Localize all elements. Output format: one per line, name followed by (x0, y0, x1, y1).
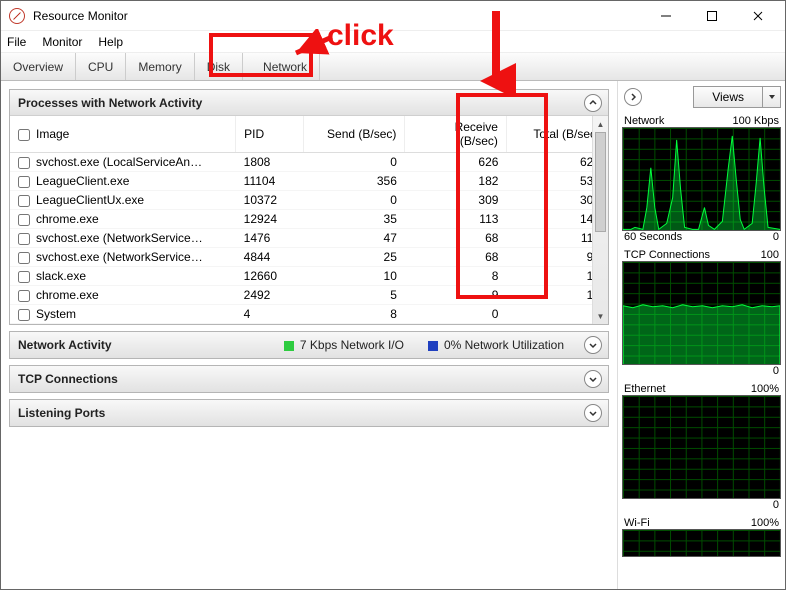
processes-table-wrap: Image PID Send (B/sec) Receive (B/sec) T… (10, 116, 608, 324)
processes-scrollbar[interactable]: ▲ ▼ (592, 116, 608, 324)
chart-max-label: 100 Kbps (733, 115, 779, 127)
expand-network-activity-button[interactable] (584, 336, 602, 354)
minimize-button[interactable] (643, 2, 689, 30)
views-dropdown-icon[interactable] (763, 86, 781, 108)
chart-footer-right: 0 (773, 231, 779, 243)
legend-util-label: 0% Network Utilization (444, 338, 564, 352)
scroll-down-icon[interactable]: ▼ (593, 308, 608, 324)
table-row[interactable]: System4808 (10, 305, 608, 324)
window-title: Resource Monitor (33, 9, 643, 23)
right-top: Views (622, 85, 781, 109)
table-row[interactable]: svchost.exe (LocalServiceAn…18080626626 (10, 153, 608, 172)
chart-max-label: 100 (761, 249, 779, 261)
window: Resource Monitor File Monitor Help Overv… (0, 0, 786, 590)
panel-network-activity-header[interactable]: Network Activity 7 Kbps Network I/O 0% N… (10, 332, 608, 358)
row-checkbox[interactable] (18, 195, 30, 207)
tabbar: Overview CPU Memory Disk Network (1, 53, 785, 81)
col-receive[interactable]: Receive (B/sec) (405, 116, 507, 153)
col-pid[interactable]: PID (236, 116, 304, 153)
row-checkbox[interactable] (18, 290, 30, 302)
chart-title-label: Network (624, 115, 664, 127)
network-activity-legend: 7 Kbps Network I/O 0% Network Utilizatio… (284, 338, 564, 352)
legend-io-swatch (284, 341, 294, 351)
expand-listening-button[interactable] (584, 404, 602, 422)
app-icon (9, 8, 25, 24)
right-pane: Views Network100 Kbps60 Seconds0TCP Conn… (617, 81, 785, 589)
titlebar: Resource Monitor (1, 1, 785, 31)
menubar: File Monitor Help (1, 31, 785, 53)
row-checkbox[interactable] (18, 271, 30, 283)
table-row[interactable]: svchost.exe (NetworkService…14764768115 (10, 229, 608, 248)
collapse-right-button[interactable] (624, 88, 642, 106)
tab-memory[interactable]: Memory (126, 53, 194, 80)
legend-io-label: 7 Kbps Network I/O (300, 338, 404, 352)
chart-canvas (622, 127, 781, 231)
row-checkbox[interactable] (18, 233, 30, 245)
chart-footer-right: 0 (773, 365, 779, 377)
table-row[interactable]: chrome.exe1292435113147 (10, 210, 608, 229)
table-row[interactable]: slack.exe1266010817 (10, 267, 608, 286)
views-button[interactable]: Views (693, 86, 763, 108)
collapse-processes-button[interactable] (584, 94, 602, 112)
chart-network: Network 100 Kbps 60 Seconds 0 (622, 115, 781, 243)
menu-monitor[interactable]: Monitor (42, 35, 82, 49)
expand-tcp-button[interactable] (584, 370, 602, 388)
panel-processes: Processes with Network Activity Image PI (9, 89, 609, 325)
table-row[interactable]: svchost.exe (NetworkService…4844256893 (10, 248, 608, 267)
chart-title-label: Wi-Fi (624, 517, 650, 529)
chart-title-label: Ethernet (624, 383, 666, 395)
panel-tcp-header[interactable]: TCP Connections (10, 366, 608, 392)
table-row[interactable]: LeagueClient.exe11104356182538 (10, 172, 608, 191)
tab-overview[interactable]: Overview (1, 53, 76, 80)
panel-listening-header[interactable]: Listening Ports (10, 400, 608, 426)
row-checkbox[interactable] (18, 176, 30, 188)
body: Processes with Network Activity Image PI (1, 81, 785, 589)
scroll-thumb[interactable] (595, 132, 606, 232)
menu-file[interactable]: File (7, 35, 26, 49)
legend-util: 0% Network Utilization (428, 338, 564, 352)
scroll-up-icon[interactable]: ▲ (593, 116, 608, 132)
chart-footer-right: 0 (773, 499, 779, 511)
row-checkbox[interactable] (18, 214, 30, 226)
legend-util-swatch (428, 341, 438, 351)
tab-network[interactable]: Network (251, 53, 320, 80)
processes-table: Image PID Send (B/sec) Receive (B/sec) T… (10, 116, 608, 324)
panel-listening-title: Listening Ports (18, 406, 105, 420)
chart-canvas (622, 261, 781, 365)
table-row[interactable]: LeagueClientUx.exe103720309309 (10, 191, 608, 210)
panel-network-activity-title: Network Activity (18, 338, 112, 352)
chart-canvas (622, 529, 781, 557)
panel-network-activity: Network Activity 7 Kbps Network I/O 0% N… (9, 331, 609, 359)
maximize-button[interactable] (689, 2, 735, 30)
chart-wi-fi: Wi-Fi 100% (622, 517, 781, 557)
tab-disk[interactable]: Disk (195, 53, 243, 80)
chart-tcp-connections: TCP Connections 100 0 (622, 249, 781, 377)
panel-tcp-title: TCP Connections (18, 372, 118, 386)
menu-help[interactable]: Help (98, 35, 123, 49)
row-checkbox[interactable] (18, 309, 30, 321)
row-checkbox[interactable] (18, 252, 30, 264)
legend-io: 7 Kbps Network I/O (284, 338, 404, 352)
col-image[interactable]: Image (10, 116, 236, 153)
processes-header-row: Image PID Send (B/sec) Receive (B/sec) T… (10, 116, 608, 153)
left-pane: Processes with Network Activity Image PI (1, 81, 617, 589)
window-buttons (643, 2, 781, 30)
col-send[interactable]: Send (B/sec) (303, 116, 405, 153)
panel-processes-header[interactable]: Processes with Network Activity (10, 90, 608, 116)
chart-max-label: 100% (751, 517, 779, 529)
panel-processes-title: Processes with Network Activity (18, 96, 202, 110)
close-button[interactable] (735, 2, 781, 30)
select-all-checkbox[interactable] (18, 129, 30, 141)
chart-footer-left: 60 Seconds (624, 231, 682, 243)
tab-cpu[interactable]: CPU (76, 53, 126, 80)
chart-canvas (622, 395, 781, 499)
row-checkbox[interactable] (18, 157, 30, 169)
chart-max-label: 100% (751, 383, 779, 395)
col-image-label: Image (36, 127, 69, 141)
table-row[interactable]: chrome.exe24925914 (10, 286, 608, 305)
chart-title-label: TCP Connections (624, 249, 710, 261)
panel-listening: Listening Ports (9, 399, 609, 427)
chart-ethernet: Ethernet 100% 0 (622, 383, 781, 511)
panel-tcp: TCP Connections (9, 365, 609, 393)
